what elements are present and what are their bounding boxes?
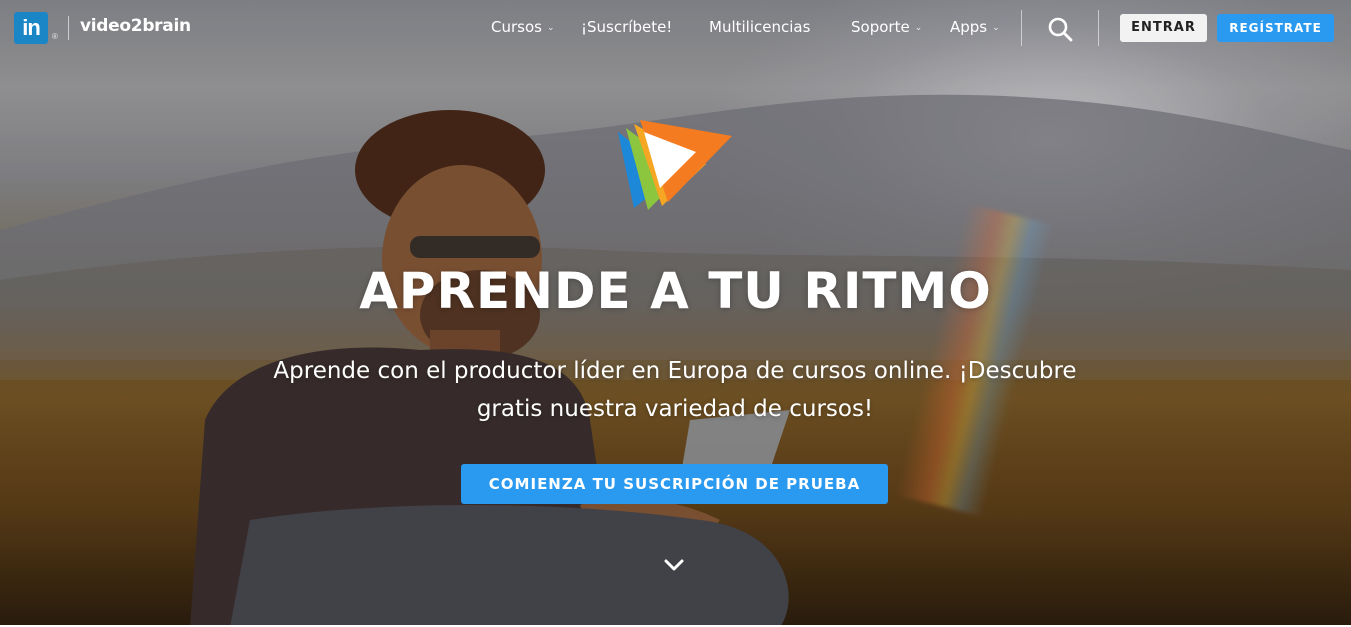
start-trial-button[interactable]: COMIENZA TU SUSCRIPCIÓN DE PRUEBA [461,464,888,504]
chevron-down-icon: ⌄ [992,23,1000,33]
chevron-down-icon[interactable] [662,556,686,576]
nav-item-label: Multilicencias [709,18,811,36]
site-header: in ® video2brain Cursos ⌄ ¡Suscríbete! Mu… [0,0,1351,56]
nav-item-label: Cursos [491,18,542,36]
nav-item-suscribete[interactable]: ¡Suscríbete! [581,18,672,36]
registered-mark: ® [52,32,58,41]
linkedin-logo[interactable]: in [14,12,48,44]
nav-item-soporte[interactable]: Soporte ⌄ [851,18,922,36]
brand-play-logo [618,120,732,210]
chevron-down-icon: ⌄ [914,23,923,33]
register-button[interactable]: REGÍSTRATE [1217,14,1334,42]
nav-item-cursos[interactable]: Cursos ⌄ [491,18,555,36]
nav-item-multilicencias[interactable]: Multilicencias [709,18,810,36]
logo-divider [68,16,69,40]
nav-item-label: Apps [950,18,988,36]
nav-item-label: ¡Suscríbete! [581,18,673,36]
nav-divider [1021,10,1022,46]
chevron-down-icon: ⌄ [546,23,555,33]
hero-headline: APRENDE A TU RITMO [359,262,992,320]
nav-divider [1098,10,1099,46]
nav-item-apps[interactable]: Apps ⌄ [950,18,1000,36]
search-icon[interactable] [1047,16,1073,42]
hero-subtitle: Aprende con el productor líder en Europa… [273,358,1077,422]
site-logo-text[interactable]: video2brain [80,16,191,36]
nav-item-label: Soporte [851,18,910,36]
login-button[interactable]: ENTRAR [1120,14,1207,42]
